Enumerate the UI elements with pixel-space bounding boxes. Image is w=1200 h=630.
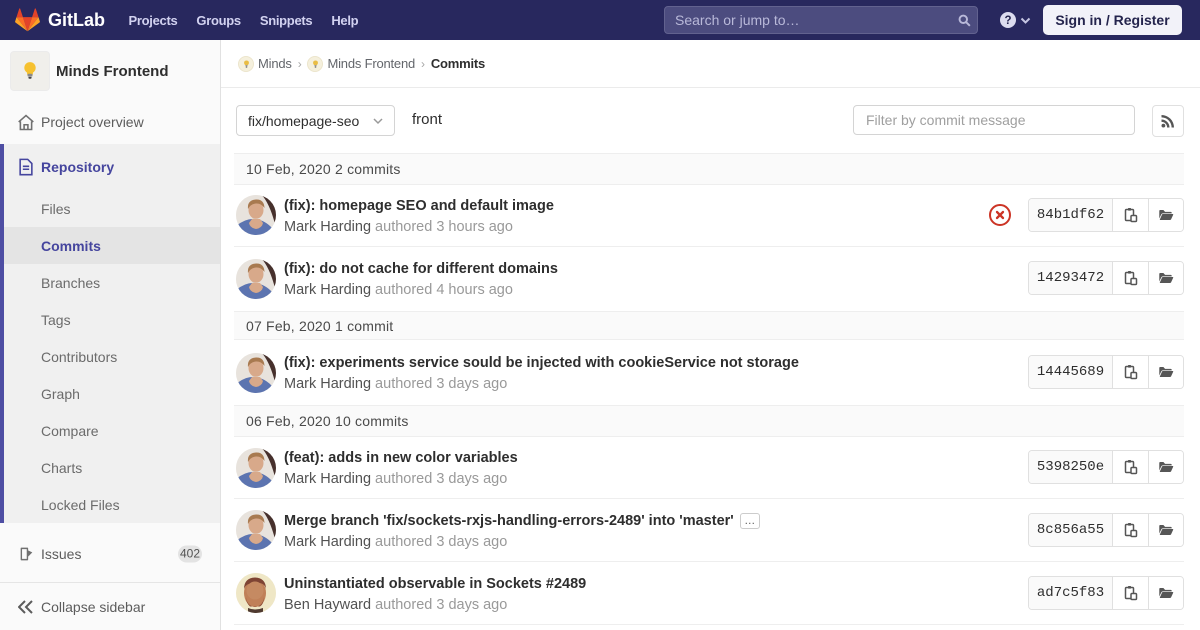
svg-text:?: ? [1004, 15, 1011, 27]
